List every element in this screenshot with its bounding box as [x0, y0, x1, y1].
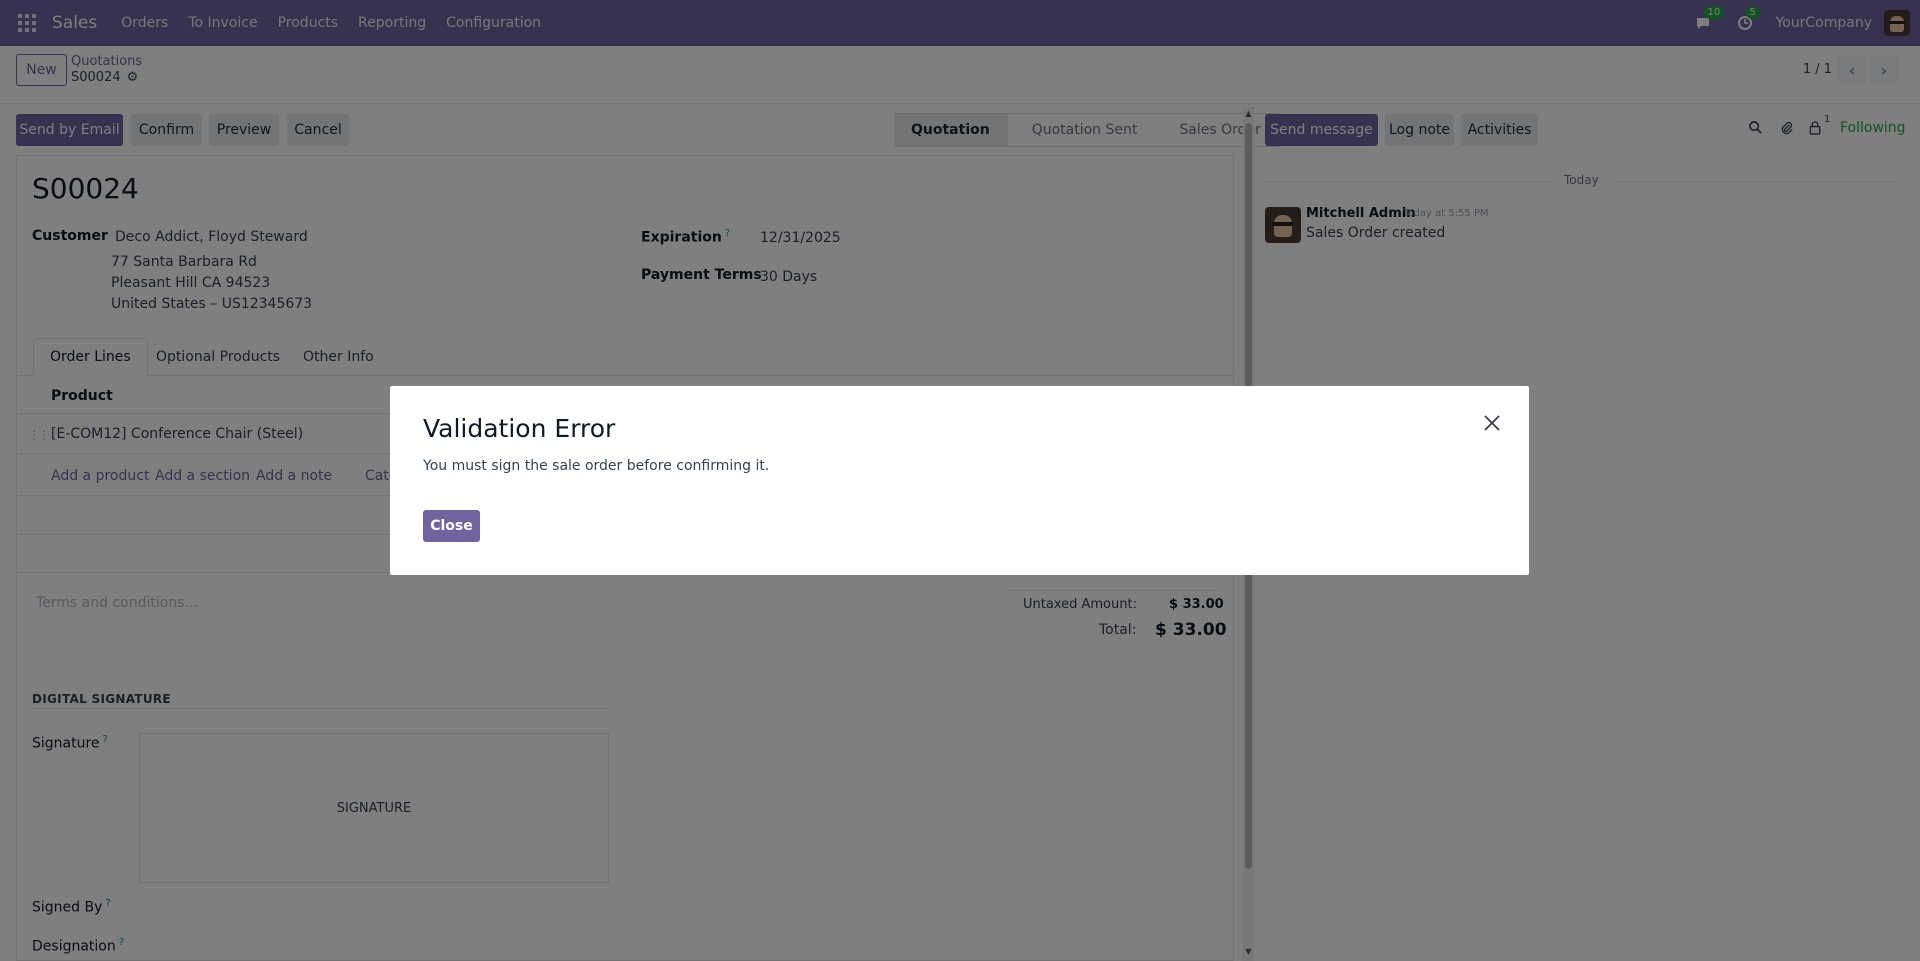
dialog-message: You must sign the sale order before conf…: [423, 458, 770, 474]
close-icon[interactable]: [1483, 414, 1501, 437]
dialog-title: Validation Error: [423, 414, 616, 443]
close-button[interactable]: Close: [423, 510, 480, 542]
validation-error-dialog: Validation Error You must sign the sale …: [390, 386, 1529, 575]
